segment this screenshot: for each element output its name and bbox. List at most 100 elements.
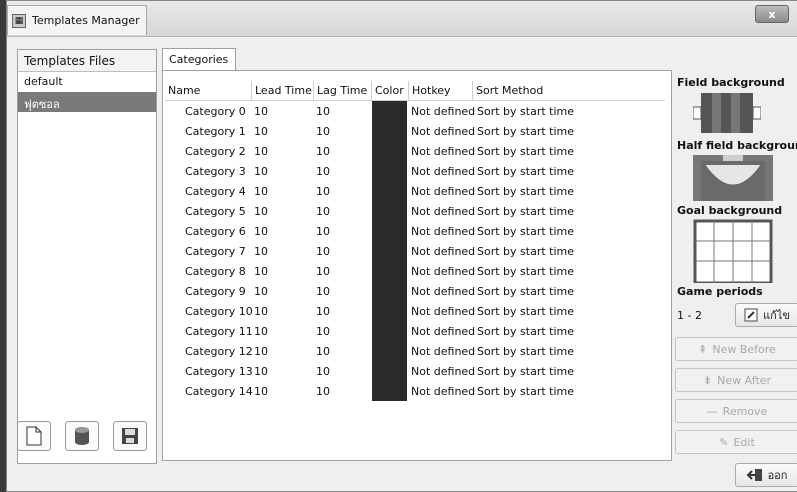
table-row[interactable]: Category 14 10 10 Not defined Sort by start … bbox=[165, 382, 665, 402]
table-row[interactable]: Category 2 10 10 Not defined Sort by start t… bbox=[165, 142, 665, 162]
new-after-icon: ⇟ bbox=[702, 373, 713, 387]
column-header-lag-time[interactable]: Lag Time bbox=[314, 81, 372, 101]
table-row[interactable]: Category 10 10 10 Not defined Sort by start … bbox=[165, 302, 665, 322]
cell-hotkey: Not defined bbox=[411, 305, 476, 318]
cell-category-name: Category 9 bbox=[185, 285, 246, 298]
table-row[interactable]: Category 4 10 10 Not defined Sort by start t… bbox=[165, 182, 665, 202]
pencil-icon bbox=[744, 308, 758, 322]
delete-template-button[interactable] bbox=[65, 421, 99, 451]
cell-lag-time: 10 bbox=[316, 265, 330, 278]
cell-sort-method: Sort by start time bbox=[477, 285, 575, 298]
half-field-background-label: Half field background bbox=[677, 139, 797, 152]
cell-hotkey: Not defined bbox=[411, 345, 476, 358]
cell-category-name: Category 5 bbox=[185, 205, 246, 218]
template-file-item[interactable]: ฟุตซอล bbox=[18, 92, 156, 112]
column-header-name[interactable]: Name bbox=[165, 81, 252, 101]
cell-category-name: Category 8 bbox=[185, 265, 246, 278]
column-header-sort-method[interactable]: Sort Method bbox=[473, 81, 665, 101]
table-row[interactable]: Category 8 10 10 Not defined Sort by start t… bbox=[165, 262, 665, 282]
cell-lag-time: 10 bbox=[316, 105, 330, 118]
cell-hotkey: Not defined bbox=[411, 285, 476, 298]
edit-game-periods-button[interactable]: แก้ไข bbox=[735, 303, 797, 327]
cell-sort-method: Sort by start time bbox=[477, 325, 575, 338]
table-row[interactable]: Category 9 10 10 Not defined Sort by start t… bbox=[165, 282, 665, 302]
cell-lead-time: 10 bbox=[254, 385, 268, 398]
table-row[interactable]: Category 0 10 10 Not defined Sort by start t… bbox=[165, 102, 665, 122]
save-template-button[interactable] bbox=[113, 421, 147, 451]
templates-files-list: Templates Files default ฟุตซอล bbox=[17, 49, 157, 464]
cell-sort-method: Sort by start time bbox=[477, 305, 575, 318]
cell-lead-time: 10 bbox=[254, 185, 268, 198]
cell-sort-method: Sort by start time bbox=[477, 205, 575, 218]
column-header-lead-time[interactable]: Lead Time bbox=[252, 81, 314, 101]
cell-lag-time: 10 bbox=[316, 385, 330, 398]
cell-sort-method: Sort by start time bbox=[477, 385, 575, 398]
edit-button[interactable]: ✎ Edit bbox=[675, 430, 797, 454]
table-row[interactable]: Category 3 10 10 Not defined Sort by start t… bbox=[165, 162, 665, 182]
remove-label: Remove bbox=[722, 404, 768, 418]
cell-lead-time: 10 bbox=[254, 165, 268, 178]
cell-lead-time: 10 bbox=[254, 105, 268, 118]
cell-lag-time: 10 bbox=[316, 225, 330, 238]
exit-button[interactable]: ออก bbox=[735, 463, 797, 487]
table-row[interactable]: Category 13 10 10 Not defined Sort by start … bbox=[165, 362, 665, 382]
table-row[interactable]: Category 7 10 10 Not defined Sort by start t… bbox=[165, 242, 665, 262]
column-header-hotkey[interactable]: Hotkey bbox=[409, 81, 473, 101]
cell-hotkey: Not defined bbox=[411, 165, 476, 178]
database-icon bbox=[75, 427, 89, 445]
cell-category-name: Category 10 bbox=[185, 305, 253, 318]
cell-lag-time: 10 bbox=[316, 145, 330, 158]
cell-lag-time: 10 bbox=[316, 205, 330, 218]
goal-background-label: Goal background bbox=[677, 204, 783, 217]
table-row[interactable]: Category 6 10 10 Not defined Sort by start t… bbox=[165, 222, 665, 242]
new-template-button[interactable] bbox=[17, 421, 51, 451]
templates-files-header: Templates Files bbox=[18, 50, 156, 72]
close-button[interactable]: x bbox=[755, 5, 789, 23]
cell-category-name: Category 13 bbox=[185, 365, 253, 378]
column-header-color[interactable]: Color bbox=[372, 81, 409, 101]
cell-lead-time: 10 bbox=[254, 345, 268, 358]
cell-lag-time: 10 bbox=[316, 365, 330, 378]
cell-category-name: Category 4 bbox=[185, 185, 246, 198]
categories-table: Name Lead Time Lag Time Color Hotkey Sor… bbox=[162, 70, 672, 461]
cell-sort-method: Sort by start time bbox=[477, 365, 575, 378]
new-after-button[interactable]: ⇟ New After bbox=[675, 368, 797, 392]
new-before-icon: ⇞ bbox=[698, 342, 708, 356]
cell-category-name: Category 7 bbox=[185, 245, 246, 258]
cell-category-name: Category 0 bbox=[185, 105, 246, 118]
exit-label: ออก bbox=[767, 469, 788, 482]
cell-hotkey: Not defined bbox=[411, 325, 476, 338]
cell-lead-time: 10 bbox=[254, 285, 268, 298]
cell-category-name: Category 3 bbox=[185, 165, 246, 178]
cell-lag-time: 10 bbox=[316, 125, 330, 138]
goal-background-image[interactable] bbox=[693, 219, 773, 283]
cell-sort-method: Sort by start time bbox=[477, 225, 575, 238]
table-row[interactable]: Category 11 10 10 Not defined Sort by start … bbox=[165, 322, 665, 342]
cell-lead-time: 10 bbox=[254, 325, 268, 338]
cell-hotkey: Not defined bbox=[411, 125, 476, 138]
app-icon: ▦ bbox=[12, 13, 26, 28]
remove-icon: — bbox=[706, 404, 718, 418]
cell-lag-time: 10 bbox=[316, 325, 330, 338]
new-before-button[interactable]: ⇞ New Before bbox=[675, 337, 797, 361]
cell-lead-time: 10 bbox=[254, 145, 268, 158]
template-file-item[interactable]: default bbox=[18, 72, 156, 92]
remove-button[interactable]: — Remove bbox=[675, 399, 797, 423]
half-field-background-image[interactable] bbox=[693, 155, 773, 201]
templates-manager-window: ▦ Templates Manager x Templates Files de… bbox=[6, 0, 797, 492]
cell-lead-time: 10 bbox=[254, 365, 268, 378]
cell-category-name: Category 6 bbox=[185, 225, 246, 238]
cell-sort-method: Sort by start time bbox=[477, 245, 575, 258]
cell-category-name: Category 2 bbox=[185, 145, 246, 158]
tab-categories[interactable]: Categories bbox=[162, 48, 236, 70]
cell-category-name: Category 11 bbox=[185, 325, 253, 338]
cell-category-name: Category 1 bbox=[185, 125, 246, 138]
cell-lag-time: 10 bbox=[316, 305, 330, 318]
cell-lead-time: 10 bbox=[254, 245, 268, 258]
table-row[interactable]: Category 1 10 10 Not defined Sort by start t… bbox=[165, 122, 665, 142]
table-row[interactable]: Category 12 10 10 Not defined Sort by start … bbox=[165, 342, 665, 362]
table-row[interactable]: Category 5 10 10 Not defined Sort by start t… bbox=[165, 202, 665, 222]
cell-sort-method: Sort by start time bbox=[477, 145, 575, 158]
cell-hotkey: Not defined bbox=[411, 205, 476, 218]
field-background-image[interactable] bbox=[693, 93, 761, 133]
